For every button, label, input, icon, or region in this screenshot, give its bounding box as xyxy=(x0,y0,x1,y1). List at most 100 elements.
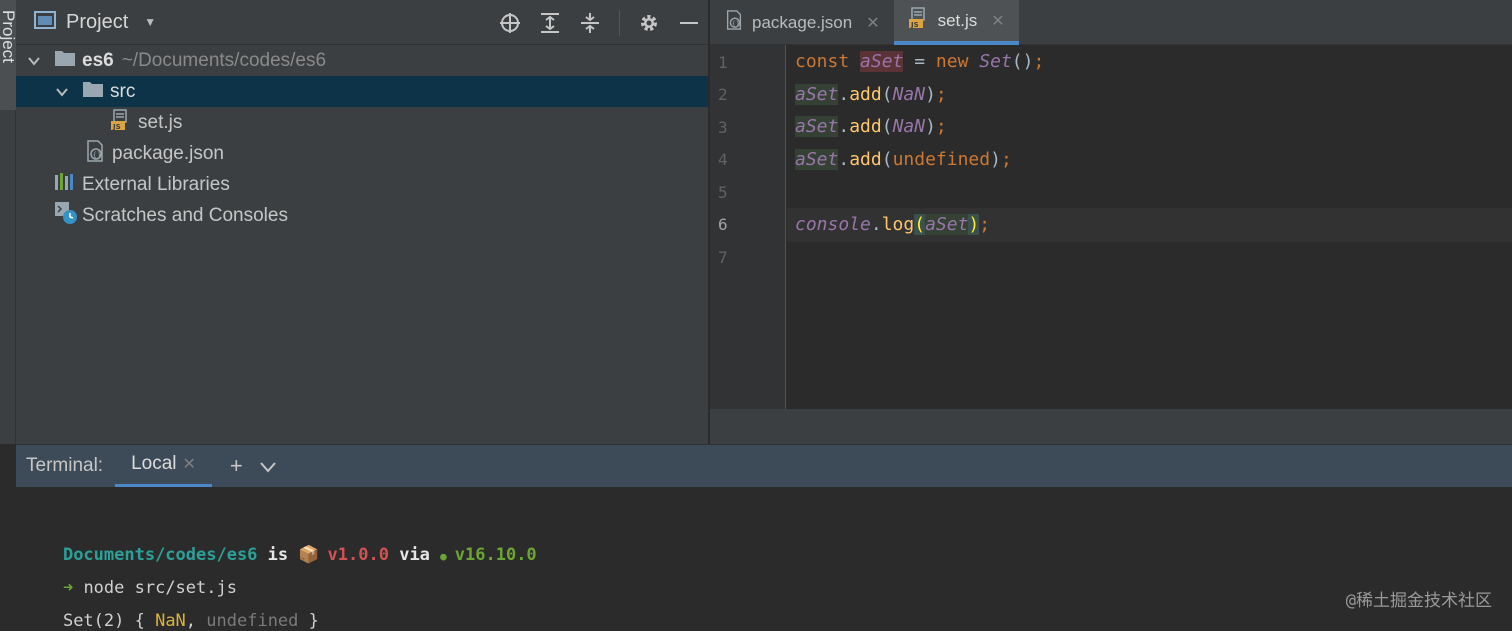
method: log xyxy=(881,213,915,235)
operator: = xyxy=(903,50,936,72)
matched-brace: ) xyxy=(968,213,980,235)
tree-item-scratches[interactable]: Scratches and Consoles xyxy=(16,200,708,231)
collapse-all-icon[interactable] xyxy=(579,12,601,34)
tree-item-label: Scratches and Consoles xyxy=(82,204,288,226)
watermark: @稀土掘金技术社区 xyxy=(1345,591,1492,611)
close-icon[interactable]: ✕ xyxy=(183,454,196,474)
terminal-output[interactable]: Documents/codes/es6 is 📦 v1.0.0 via ● v16.… xyxy=(16,487,1512,631)
variable: aSet xyxy=(795,148,839,170)
terminal-title: Terminal: xyxy=(26,455,104,476)
expand-all-icon[interactable] xyxy=(539,12,561,34)
output-text: , xyxy=(185,611,207,631)
tree-item-label: package.json xyxy=(112,142,224,164)
node-version: v16.10.0 xyxy=(454,545,537,565)
punctuation: ; xyxy=(979,213,991,235)
locate-file-icon[interactable] xyxy=(499,12,521,34)
prompt-text: via xyxy=(388,545,441,565)
punctuation: . xyxy=(838,148,850,170)
line-number-gutter: 1 2 3 4 5 6 7 xyxy=(710,45,786,409)
library-icon xyxy=(54,172,76,198)
class-name: Set xyxy=(979,50,1012,72)
punctuation: ) xyxy=(990,148,1001,170)
tab-package-json[interactable]: {} package.json ✕ xyxy=(710,0,894,45)
argument: aSet xyxy=(925,213,969,235)
json-file-icon: {} xyxy=(84,139,106,168)
line-number: 5 xyxy=(718,183,728,202)
tree-item-src[interactable]: src xyxy=(16,76,708,107)
chevron-down-icon[interactable] xyxy=(26,56,42,66)
code-line-3: aSet. add(NaN); xyxy=(795,110,947,142)
code-editor[interactable]: 1 2 3 4 5 6 7 const aSet = new Set (); aS… xyxy=(710,45,1512,409)
punctuation: . xyxy=(870,213,882,235)
chevron-down-icon[interactable]: ▼ xyxy=(144,15,156,29)
tab-label: package.json xyxy=(752,12,853,32)
output-text: Set(2) { xyxy=(62,611,156,631)
terminal-header: Terminal: Local ✕ + xyxy=(16,444,1512,488)
punctuation: ( xyxy=(881,148,893,170)
argument: NaN xyxy=(892,83,926,105)
line-number: 2 xyxy=(718,85,728,104)
punctuation: ; xyxy=(935,115,947,137)
json-file-icon: {} xyxy=(724,9,744,36)
scratches-icon xyxy=(54,201,78,231)
tab-set-js[interactable]: JS set.js ✕ xyxy=(893,0,1019,45)
punctuation: ( xyxy=(881,115,893,137)
object: console xyxy=(795,213,871,235)
terminal-tab-label: Local xyxy=(131,453,177,474)
editor-status-area xyxy=(710,409,1512,444)
punctuation: ( xyxy=(881,83,893,105)
chevron-down-icon[interactable] xyxy=(259,453,277,479)
punctuation: ; xyxy=(1000,148,1012,170)
tree-item-label: src xyxy=(110,80,136,102)
variable: aSet xyxy=(795,83,839,105)
line-number: 3 xyxy=(718,118,728,137)
minimize-icon[interactable] xyxy=(678,12,700,34)
tree-item-label: External Libraries xyxy=(82,173,230,195)
project-tool-tab[interactable]: Project xyxy=(0,0,18,110)
toolbar-separator xyxy=(619,9,620,36)
method: add xyxy=(849,115,882,137)
project-toolbar xyxy=(499,0,700,45)
project-window-icon xyxy=(34,10,56,34)
tab-terminal-local[interactable]: Local ✕ xyxy=(115,445,212,488)
prompt-text: is xyxy=(257,545,299,565)
line-number: 6 xyxy=(718,215,728,234)
punctuation: . xyxy=(838,83,850,105)
method: add xyxy=(849,148,882,170)
gear-icon[interactable] xyxy=(638,12,660,34)
package-version: v1.0.0 xyxy=(327,545,389,565)
keyword: new xyxy=(935,50,969,72)
punctuation: ; xyxy=(935,83,947,105)
variable: aSet xyxy=(795,115,839,137)
svg-text:{}: {} xyxy=(732,20,740,27)
tree-item-label: set.js xyxy=(138,111,183,133)
tree-item-package-json[interactable]: {} package.json xyxy=(16,138,708,169)
line-number: 7 xyxy=(718,248,728,267)
tree-item-es6[interactable]: es6 ~/Documents/codes/es6 xyxy=(16,45,708,76)
tree-item-external-libraries[interactable]: External Libraries xyxy=(16,169,708,200)
argument: NaN xyxy=(892,115,926,137)
project-view-selector[interactable]: Project xyxy=(66,11,128,34)
code-line-4: aSet. add(undefined); xyxy=(795,143,1012,175)
left-tool-strip: Project xyxy=(0,0,18,444)
chevron-down-icon[interactable] xyxy=(54,87,70,97)
svg-text:{}: {} xyxy=(93,151,102,159)
close-icon[interactable]: ✕ xyxy=(866,13,879,33)
project-panel-header: Project ▼ xyxy=(16,0,708,45)
matched-brace: ( xyxy=(914,213,926,235)
svg-text:JS: JS xyxy=(112,123,121,131)
tab-label: set.js xyxy=(937,10,978,30)
editor-tab-bar: {} package.json ✕ JS set.js ✕ xyxy=(710,0,1512,45)
tree-item-path: ~/Documents/codes/es6 xyxy=(121,49,327,71)
js-file-icon: JS xyxy=(110,108,132,137)
tree-item-set-js[interactable]: JS set.js xyxy=(16,107,708,138)
tree-item-label: es6 xyxy=(82,49,114,71)
add-terminal-icon[interactable]: + xyxy=(230,453,243,479)
folder-icon xyxy=(54,49,76,73)
code-line-6: console. log(aSet); xyxy=(795,208,990,240)
line-number: 1 xyxy=(718,53,728,72)
punctuation: ) xyxy=(925,83,936,105)
package-icon: 📦 xyxy=(298,545,320,565)
keyword: const xyxy=(795,50,850,72)
close-icon[interactable]: ✕ xyxy=(991,11,1004,31)
